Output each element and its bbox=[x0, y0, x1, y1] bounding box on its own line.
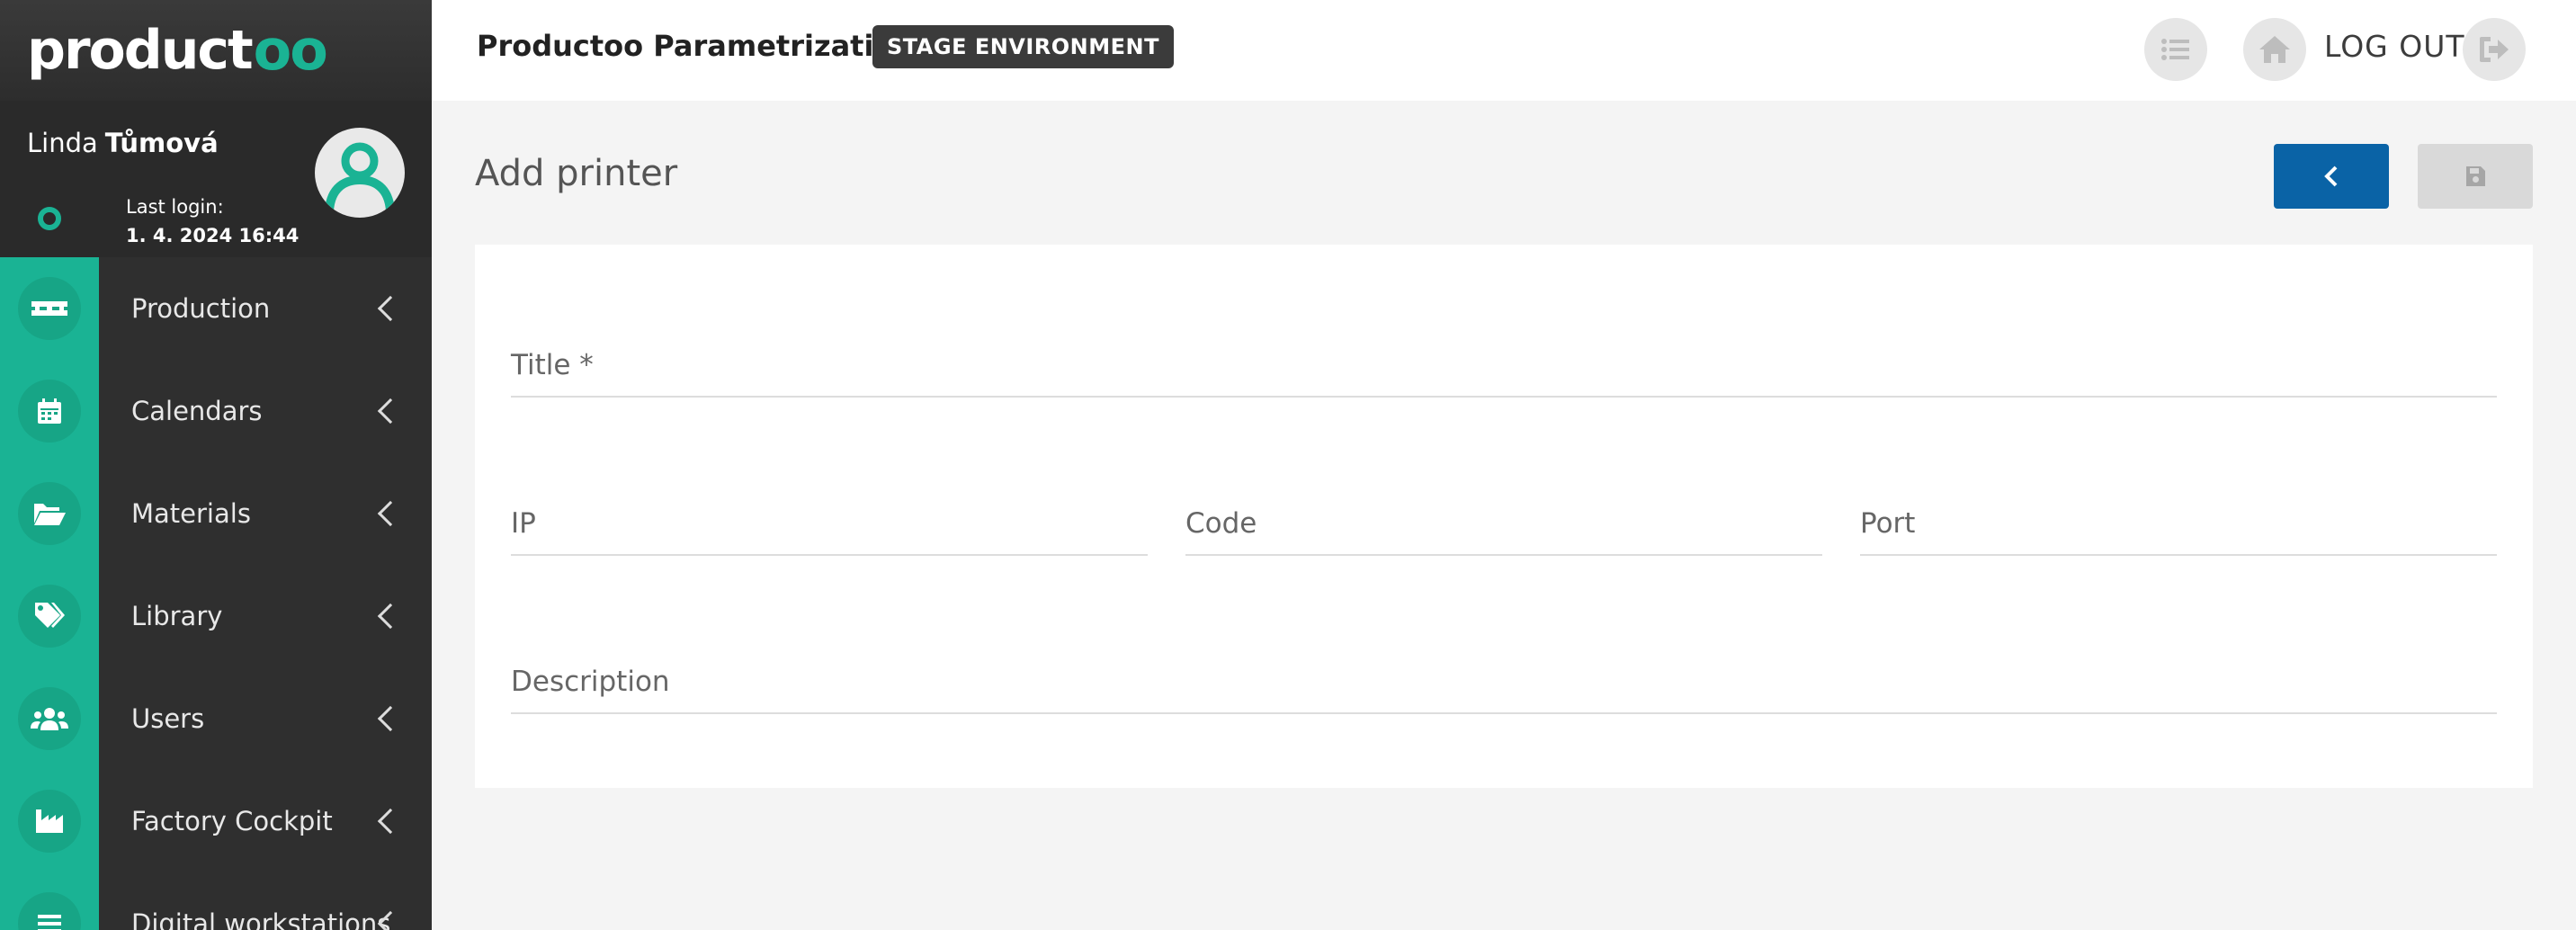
chevron-left-icon bbox=[377, 500, 404, 527]
save-icon bbox=[2466, 166, 2485, 186]
home-icon bbox=[2259, 36, 2290, 63]
sidebar-item-users[interactable]: Users bbox=[0, 667, 432, 770]
home-button[interactable] bbox=[2243, 18, 2306, 81]
chevron-left-icon bbox=[377, 705, 404, 732]
top-header: Productoo Parametrization STAGE ENVIRONM… bbox=[432, 0, 2576, 101]
chevron-left-icon bbox=[377, 603, 404, 630]
user-last-name: Tůmová bbox=[104, 128, 219, 158]
logout-button[interactable] bbox=[2463, 18, 2526, 81]
sidebar-item-library[interactable]: Library bbox=[0, 565, 432, 667]
logout-label[interactable]: LOG OUT bbox=[2324, 29, 2465, 64]
sidebar-item-digital-workstations[interactable]: Digital workstations bbox=[0, 872, 432, 930]
user-first-name: Linda bbox=[27, 128, 98, 158]
sidebar-item-label: Calendars bbox=[131, 396, 263, 426]
app-title: Productoo Parametrization bbox=[477, 29, 915, 63]
list-icon bbox=[2161, 39, 2189, 60]
tags-icon bbox=[18, 585, 81, 648]
chevron-left-icon bbox=[377, 398, 404, 425]
sidebar-item-materials[interactable]: Materials bbox=[0, 462, 432, 565]
user-panel: Linda Tůmová Last login: 1. 4. 2024 16:44 bbox=[0, 101, 432, 257]
sidebar-item-factory-cockpit[interactable]: Factory Cockpit bbox=[0, 770, 432, 872]
menu-list-button[interactable] bbox=[2144, 18, 2207, 81]
factory-icon bbox=[18, 790, 81, 853]
sidebar-item-label: Materials bbox=[131, 498, 251, 529]
sidebar: product oo Linda Tůmová Last login: 1. 4. … bbox=[0, 0, 432, 930]
ip-input[interactable] bbox=[511, 493, 1148, 554]
description-field[interactable]: Description bbox=[511, 651, 2497, 714]
sidebar-item-label: Production bbox=[131, 293, 271, 324]
list-icon bbox=[18, 892, 81, 930]
ip-field[interactable]: IP bbox=[511, 493, 1148, 556]
sign-out-icon bbox=[2480, 37, 2509, 62]
logo-bar: product oo bbox=[0, 0, 432, 101]
chevron-left-icon bbox=[377, 295, 404, 322]
user-avatar-icon bbox=[325, 142, 395, 211]
chevron-left-icon bbox=[377, 808, 404, 835]
avatar[interactable] bbox=[315, 128, 405, 218]
folder-open-icon bbox=[18, 482, 81, 545]
sidebar-item-label: Users bbox=[131, 703, 205, 734]
sidebar-menu: Production Calendars Materials Library U… bbox=[0, 257, 432, 930]
last-login: Last login: 1. 4. 2024 16:44 bbox=[126, 192, 299, 250]
title-field[interactable]: Title * bbox=[511, 335, 2497, 398]
code-input[interactable] bbox=[1185, 493, 1822, 554]
sidebar-item-label: Factory Cockpit bbox=[131, 806, 333, 836]
printer-form: Title * IP Code Port Description bbox=[475, 245, 2533, 788]
port-input[interactable] bbox=[1860, 493, 2497, 554]
sidebar-item-label: Digital workstations bbox=[131, 908, 391, 930]
sidebar-item-calendars[interactable]: Calendars bbox=[0, 360, 432, 462]
last-login-label: Last login: bbox=[126, 196, 224, 218]
code-field[interactable]: Code bbox=[1185, 493, 1822, 556]
page-title: Add printer bbox=[475, 153, 678, 194]
description-input[interactable] bbox=[511, 651, 2497, 712]
calendar-icon bbox=[18, 380, 81, 443]
users-icon bbox=[18, 687, 81, 750]
online-status-icon bbox=[38, 207, 61, 230]
last-login-date: 1. 4. 2024 16:44 bbox=[126, 225, 300, 246]
sidebar-item-label: Library bbox=[131, 601, 223, 631]
save-button[interactable] bbox=[2418, 144, 2533, 209]
pallet-icon bbox=[18, 277, 81, 340]
back-button[interactable] bbox=[2274, 144, 2389, 209]
sidebar-item-production[interactable]: Production bbox=[0, 257, 432, 360]
brand-logo[interactable]: product oo bbox=[27, 22, 328, 78]
environment-badge: STAGE ENVIRONMENT bbox=[872, 25, 1175, 68]
port-field[interactable]: Port bbox=[1860, 493, 2497, 556]
title-input[interactable] bbox=[511, 335, 2497, 396]
chevron-left-icon bbox=[2324, 165, 2338, 187]
user-name: Linda Tůmová bbox=[27, 128, 219, 158]
